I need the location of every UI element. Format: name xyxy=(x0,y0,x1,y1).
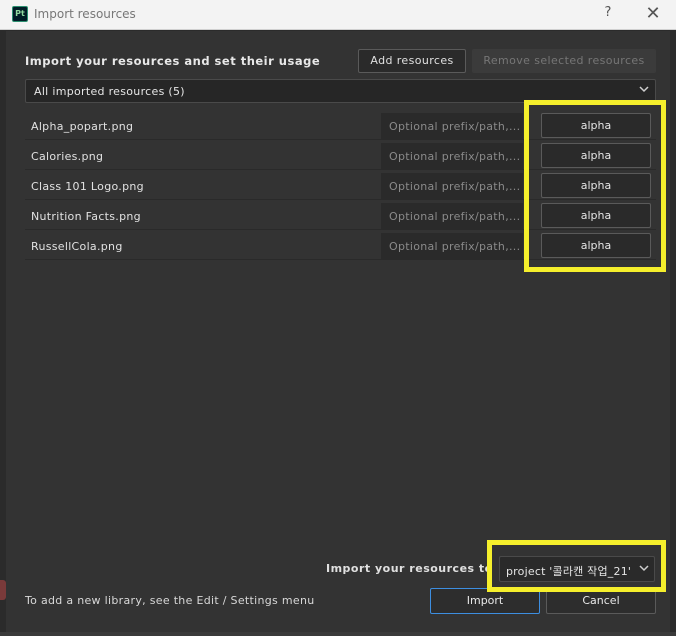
usage-button[interactable]: alpha xyxy=(541,173,651,198)
resource-name: RussellCola.png xyxy=(31,240,123,253)
resource-row[interactable]: Calories.png alpha xyxy=(25,140,656,170)
add-resources-button[interactable]: Add resources xyxy=(358,49,466,73)
usage-button[interactable]: alpha xyxy=(541,203,651,228)
import-target-value: project '콜라캔 작업_21' xyxy=(506,565,632,578)
import-target-select[interactable]: project '콜라캔 작업_21' xyxy=(499,556,655,582)
resource-row[interactable]: Nutrition Facts.png alpha xyxy=(25,200,656,230)
resource-name: Nutrition Facts.png xyxy=(31,210,141,223)
library-footnote: To add a new library, see the Edit / Set… xyxy=(25,594,315,607)
title-bar: Pt Import resources ? ✕ xyxy=(0,0,676,30)
resource-list: Alpha_popart.png alpha Calories.png alph… xyxy=(25,110,656,260)
substance-painter-app-icon: Pt xyxy=(12,6,28,22)
resource-filter-select[interactable]: All imported resources (5) xyxy=(25,79,656,103)
background-window-edge xyxy=(0,580,6,600)
resource-row[interactable]: RussellCola.png alpha xyxy=(25,230,656,260)
resource-row[interactable]: Alpha_popart.png alpha xyxy=(25,110,656,140)
import-button[interactable]: Import xyxy=(430,588,540,614)
resource-name: Calories.png xyxy=(31,150,104,163)
prefix-path-input[interactable] xyxy=(381,233,523,259)
usage-button[interactable]: alpha xyxy=(541,113,651,138)
close-button[interactable]: ✕ xyxy=(643,3,663,25)
cancel-button[interactable]: Cancel xyxy=(546,588,656,614)
usage-button[interactable]: alpha xyxy=(541,233,651,258)
prefix-path-input[interactable] xyxy=(381,203,523,229)
prefix-path-input[interactable] xyxy=(381,143,523,169)
chevron-down-icon xyxy=(639,84,649,94)
resource-row[interactable]: Class 101 Logo.png alpha xyxy=(25,170,656,200)
bottom-edge xyxy=(0,632,676,636)
prefix-path-input[interactable] xyxy=(381,113,523,139)
resource-name: Alpha_popart.png xyxy=(31,120,134,133)
window-title: Import resources xyxy=(34,7,136,21)
resource-name: Class 101 Logo.png xyxy=(31,180,144,193)
remove-selected-resources-button[interactable]: Remove selected resources xyxy=(472,49,656,73)
dialog-heading: Import your resources and set their usag… xyxy=(25,54,321,68)
usage-button[interactable]: alpha xyxy=(541,143,651,168)
help-button[interactable]: ? xyxy=(601,5,615,23)
import-to-label: Import your resources to xyxy=(326,562,493,575)
resource-filter-value: All imported resources (5) xyxy=(34,85,185,98)
chevron-down-icon xyxy=(639,563,649,573)
prefix-path-input[interactable] xyxy=(381,173,523,199)
